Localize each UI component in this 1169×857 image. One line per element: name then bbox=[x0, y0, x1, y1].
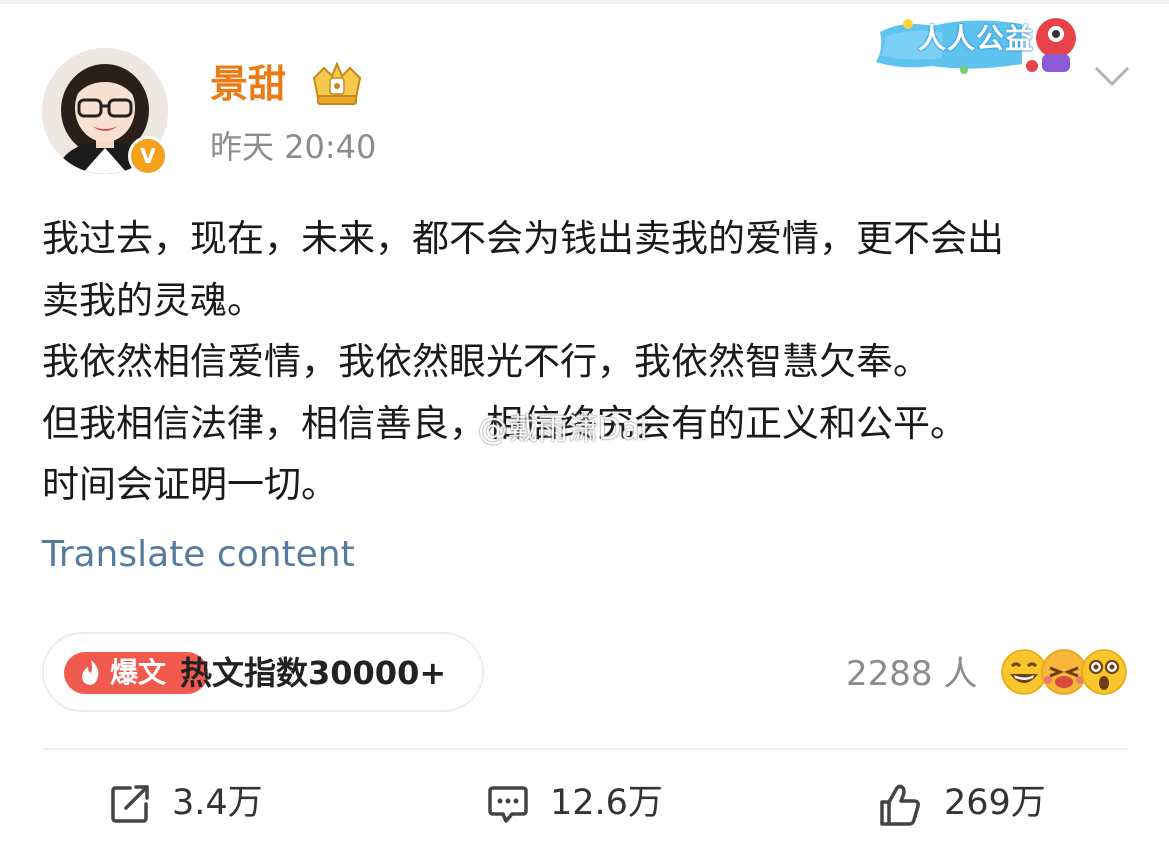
comment-count: 12.6万 bbox=[550, 783, 663, 823]
repost-count: 3.4万 bbox=[172, 783, 263, 823]
surprised-emoji-icon[interactable] bbox=[1080, 648, 1128, 696]
chevron-down-icon[interactable] bbox=[1092, 62, 1132, 90]
username[interactable]: 景甜 bbox=[210, 60, 286, 108]
translate-link[interactable]: Translate content bbox=[42, 532, 355, 578]
verified-badge-icon: V bbox=[128, 136, 168, 176]
repost-icon bbox=[111, 785, 149, 823]
charity-banner-label: 人人公益 bbox=[918, 22, 1035, 55]
reaction-count[interactable]: 2288 人 bbox=[846, 652, 977, 696]
hot-index-text: 热文指数30000+ bbox=[180, 654, 447, 692]
like-count: 269万 bbox=[944, 783, 1046, 823]
like-button[interactable]: 269万 bbox=[876, 776, 1096, 830]
comment-icon bbox=[488, 786, 528, 823]
repost-button[interactable]: 3.4万 bbox=[108, 776, 308, 830]
verified-badge-label: V bbox=[140, 144, 156, 168]
thumbs-up-icon bbox=[880, 784, 920, 826]
comment-button[interactable]: 12.6万 bbox=[486, 776, 706, 830]
content-line: 卖我的灵魂。 bbox=[42, 278, 264, 322]
hot-index-pill[interactable]: 爆文 热文指数30000+ bbox=[42, 632, 484, 712]
content-line: 我依然相信爱情，我依然眼光不行，我依然智慧欠奉。 bbox=[42, 340, 930, 383]
top-divider bbox=[0, 0, 1169, 4]
content-line: 我过去，现在，未来，都不会为钱出卖我的爱情，更不会出 bbox=[42, 217, 1004, 260]
post-content: 我过去，现在，未来，都不会为钱出卖我的爱情，更不会出 卖我的灵魂。 我依然相信爱… bbox=[42, 208, 1142, 516]
flame-icon bbox=[82, 660, 99, 685]
hot-tag-label: 爆文 bbox=[110, 656, 167, 689]
vip-crown-icon bbox=[312, 61, 362, 105]
post-timestamp: 昨天 20:40 bbox=[210, 128, 377, 166]
actions-divider bbox=[42, 748, 1128, 750]
content-line: 时间会证明一切。 bbox=[42, 463, 338, 506]
watermark: @戴雨潇Dai bbox=[478, 412, 648, 447]
